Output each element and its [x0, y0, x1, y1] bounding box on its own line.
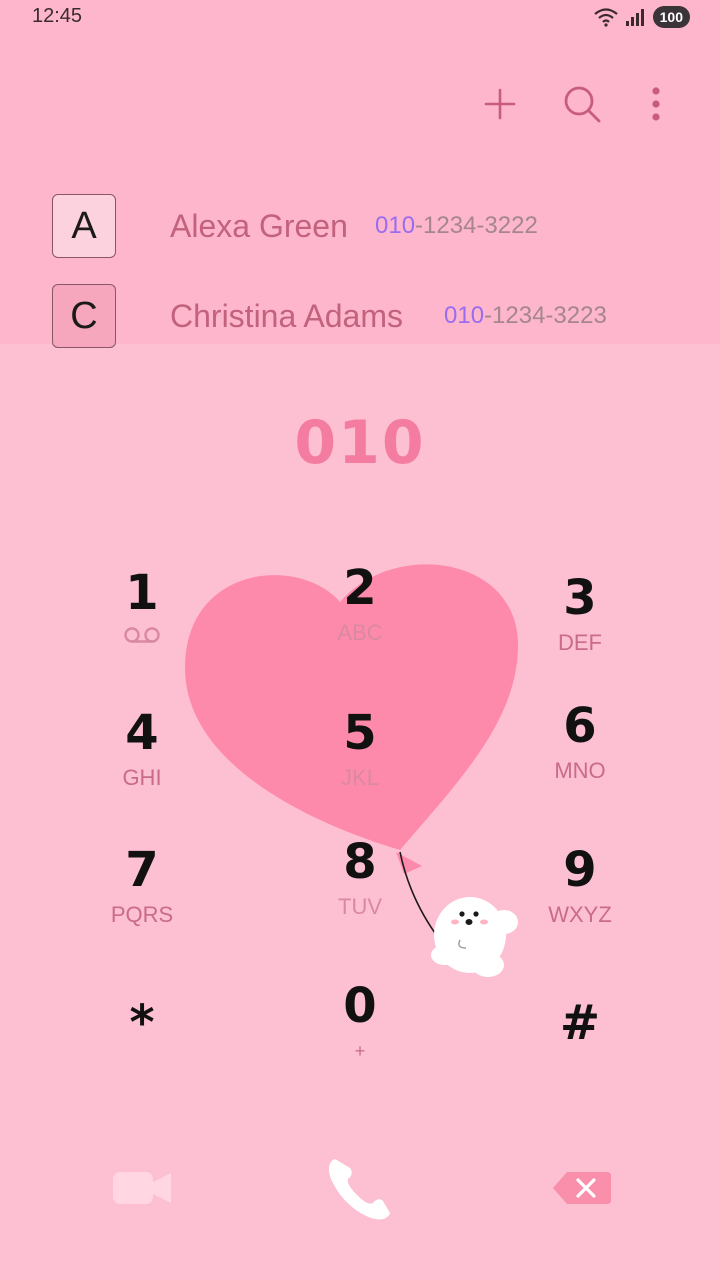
key-digit: 6	[563, 698, 597, 754]
key-letters: WXYZ	[548, 902, 612, 927]
dialpad-key-hash[interactable]: #	[500, 995, 660, 1115]
key-digit: 1	[125, 565, 159, 621]
key-digit: 7	[125, 842, 159, 898]
key-letters: JKL	[341, 765, 379, 790]
key-digit: *	[129, 995, 155, 1051]
backspace-button[interactable]	[540, 1160, 624, 1216]
dialpad-key-3[interactable]: 3 DEF	[500, 570, 660, 690]
dialpad-key-1[interactable]: 1	[62, 565, 222, 685]
dialpad-key-2[interactable]: 2 ABC	[280, 560, 440, 680]
key-letters: ABC	[337, 620, 383, 645]
voicemail-icon	[122, 625, 162, 651]
dialpad-key-6[interactable]: 6 MNO	[500, 698, 660, 818]
key-letters: TUV	[338, 894, 382, 919]
key-digit: 0	[343, 978, 377, 1034]
phone-icon	[328, 1159, 390, 1220]
dialpad-key-7[interactable]: 7 PQRS	[62, 842, 222, 962]
dialpad-key-5[interactable]: 5 JKL	[280, 705, 440, 825]
dialpad-key-0[interactable]: 0 +	[280, 978, 440, 1098]
key-digit: 5	[343, 705, 377, 761]
key-digit: 9	[563, 842, 597, 898]
key-plus: +	[354, 1041, 366, 1061]
dialpad-key-star[interactable]: *	[62, 995, 222, 1115]
key-digit: #	[559, 995, 601, 1051]
backspace-icon	[553, 1172, 611, 1204]
key-digit: 3	[563, 570, 597, 626]
call-button[interactable]	[318, 1148, 402, 1228]
video-call-icon	[113, 1172, 171, 1204]
key-letters: MNO	[554, 758, 606, 783]
key-digit: 4	[125, 705, 159, 761]
key-letters: DEF	[558, 630, 602, 655]
dialpad-key-8[interactable]: 8 TUV	[280, 834, 440, 954]
key-digit: 2	[343, 560, 377, 616]
key-letters: GHI	[122, 765, 162, 790]
key-letters: PQRS	[110, 902, 174, 927]
key-digit: 8	[343, 834, 377, 890]
dialpad-key-9[interactable]: 9 WXYZ	[500, 842, 660, 962]
dialpad-key-4[interactable]: 4 GHI	[62, 705, 222, 825]
video-call-button[interactable]	[100, 1160, 184, 1216]
